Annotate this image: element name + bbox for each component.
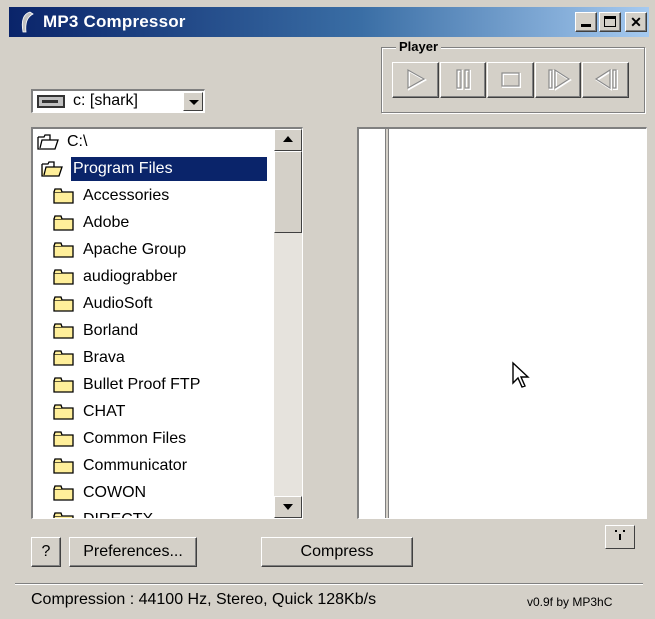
play-button[interactable]	[392, 62, 439, 98]
drive-select[interactable]: c: [shark]	[31, 89, 205, 113]
tree-item[interactable]: Borland	[33, 318, 273, 345]
compress-button[interactable]: Compress	[261, 537, 413, 567]
tree-item[interactable]: Apache Group	[33, 237, 273, 264]
tree-item-selected[interactable]: Program Files	[33, 156, 273, 183]
tree-item-label: Apache Group	[83, 241, 187, 258]
file-list[interactable]	[357, 127, 647, 519]
tree-item[interactable]: Accessories	[33, 183, 273, 210]
tree-item-label: DIRECTX	[81, 508, 155, 518]
tree-item[interactable]: Bullet Proof FTP	[33, 372, 273, 399]
scroll-down-button[interactable]	[274, 496, 302, 518]
compression-status: Compression : 44100 Hz, Stereo, Quick 12…	[31, 591, 377, 608]
scroll-thumb[interactable]	[274, 151, 302, 233]
player-controls	[392, 62, 630, 98]
folder-icon	[53, 296, 74, 312]
tree-item[interactable]: CHAT	[33, 399, 273, 426]
app-window: MP3 Compressor ✕ Player c: [shark] C:\ P…	[0, 0, 655, 619]
tree-root-label: C:\	[67, 133, 88, 150]
skip-forward-icon	[548, 69, 572, 91]
chevron-down-icon[interactable]	[183, 92, 203, 111]
open-folder-icon	[41, 161, 63, 177]
folder-icon	[53, 377, 74, 393]
tree-item[interactable]: audiograbber	[33, 264, 273, 291]
tree-children: Accessories Adobe Apache Group audiograbber…	[33, 183, 273, 518]
pause-icon	[455, 69, 471, 90]
player-group: Player	[381, 39, 645, 113]
status-separator	[15, 583, 643, 585]
directory-tree[interactable]: C:\ Program Files Accessories Adobe Apache…	[31, 127, 303, 519]
tree-item-label: CHAT	[83, 403, 126, 420]
stop-button[interactable]	[487, 62, 534, 98]
app-icon	[21, 11, 34, 33]
tree-item-label: Common Files	[83, 430, 187, 447]
player-label: Player	[396, 39, 442, 54]
folder-icon	[53, 215, 74, 231]
drive-selected-value: c: [shark]	[73, 92, 138, 109]
folder-icon	[53, 431, 74, 447]
folder-icon	[53, 188, 74, 204]
folder-icon	[53, 512, 74, 518]
tree-item-label: audiograbber	[83, 268, 178, 285]
folder-icon	[53, 269, 74, 285]
previous-button[interactable]	[582, 62, 629, 98]
tree-item-label: Adobe	[83, 214, 130, 231]
drive-icon	[37, 95, 65, 108]
tree-item-label: Accessories	[83, 187, 170, 204]
play-icon	[407, 69, 428, 91]
maximize-icon	[604, 16, 616, 27]
mouse-cursor-icon	[512, 361, 530, 388]
tree-item[interactable]: DIRECTX	[33, 507, 273, 518]
file-list-splitter[interactable]	[385, 129, 389, 518]
close-button[interactable]: ✕	[625, 12, 647, 32]
tree-root-item[interactable]: C:\	[33, 129, 273, 156]
tree-item-label: Brava	[83, 349, 125, 366]
tree-item[interactable]: COWON	[33, 480, 273, 507]
tree-item-label: Borland	[83, 322, 139, 339]
help-button[interactable]: ?	[31, 537, 61, 567]
folder-icon	[53, 323, 74, 339]
pause-button[interactable]	[439, 62, 487, 98]
tree-item[interactable]: Adobe	[33, 210, 273, 237]
tree-item-label: Program Files	[71, 157, 267, 181]
maximize-button[interactable]	[599, 12, 621, 32]
folder-icon	[53, 242, 74, 258]
scroll-up-button[interactable]	[274, 129, 302, 151]
tree-list: C:\ Program Files Accessories Adobe Apache…	[33, 129, 273, 518]
tree-item[interactable]: Common Files	[33, 426, 273, 453]
next-button[interactable]	[534, 62, 582, 98]
tree-item[interactable]: Brava	[33, 345, 273, 372]
version-label: v0.9f by MP3hC	[527, 595, 613, 609]
tree-item-label: Communicator	[83, 457, 188, 474]
close-icon: ✕	[630, 14, 642, 30]
tree-scrollbar[interactable]	[274, 129, 302, 518]
folder-icon	[53, 458, 74, 474]
tree-item-label: AudioSoft	[83, 295, 153, 312]
folder-icon	[53, 350, 74, 366]
skip-back-icon	[595, 69, 619, 91]
title-bar[interactable]: MP3 Compressor ✕	[9, 7, 649, 37]
minimize-button[interactable]	[575, 12, 597, 32]
tree-item[interactable]: AudioSoft	[33, 291, 273, 318]
tree-item-label: COWON	[83, 484, 147, 501]
folder-icon	[53, 485, 74, 501]
window-title: MP3 Compressor	[43, 12, 186, 31]
minimize-icon	[581, 24, 591, 27]
tree-item[interactable]: Communicator	[33, 453, 273, 480]
tree-item-label: Bullet Proof FTP	[83, 376, 201, 393]
open-folder-icon	[37, 134, 59, 150]
folder-icon	[53, 404, 74, 420]
toggle-view-button[interactable]	[605, 525, 635, 549]
stop-icon	[501, 72, 522, 88]
preferences-button[interactable]: Preferences...	[69, 537, 197, 567]
